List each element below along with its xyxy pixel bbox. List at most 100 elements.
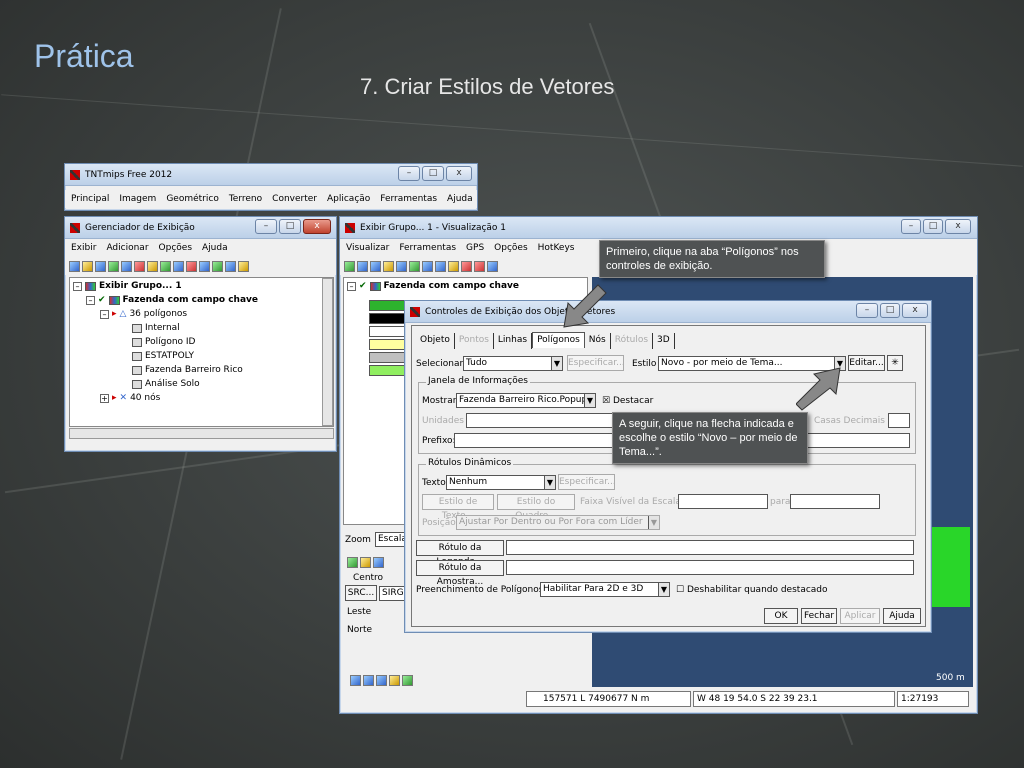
- close-button[interactable]: x: [945, 219, 971, 234]
- minimize-button[interactable]: –: [398, 166, 420, 181]
- dropdown-arrow-icon[interactable]: ▼: [648, 516, 659, 529]
- menu-converter[interactable]: Converter: [272, 194, 317, 204]
- menu-opcoes[interactable]: Opções: [159, 243, 192, 253]
- casas-field[interactable]: [888, 413, 910, 428]
- raster-icon[interactable]: [121, 260, 132, 272]
- table-icon[interactable]: [225, 260, 236, 272]
- close-button[interactable]: x: [303, 219, 331, 234]
- tin-icon[interactable]: [173, 260, 184, 272]
- mostrar-dropdown[interactable]: Fazenda Barreiro Rico.Popup ▼: [456, 393, 596, 408]
- dropdown-arrow-icon[interactable]: ▼: [658, 583, 669, 596]
- menu-terreno[interactable]: Terreno: [229, 194, 262, 204]
- grid-icon[interactable]: [350, 674, 361, 686]
- dropdown-arrow-icon[interactable]: ▼: [584, 394, 595, 407]
- rotulo-legenda-button[interactable]: Rótulo da Legenda...: [416, 540, 504, 567]
- tree-item[interactable]: Polígono ID: [132, 337, 196, 347]
- menu-hotkeys[interactable]: HotKeys: [538, 243, 575, 253]
- menu-exibir[interactable]: Exibir: [71, 243, 96, 253]
- cancel-icon[interactable]: [474, 260, 485, 272]
- fechar-button[interactable]: Fechar: [801, 608, 837, 624]
- legend-icon[interactable]: [212, 260, 223, 272]
- tab-linhas[interactable]: Linhas: [494, 333, 533, 349]
- zoom-in-icon[interactable]: [347, 556, 358, 568]
- aplicar-button[interactable]: Aplicar: [840, 608, 880, 624]
- dropdown-arrow-icon[interactable]: ▼: [544, 476, 555, 489]
- tree-nodes[interactable]: + ▸ ✕ 40 nós: [100, 393, 160, 403]
- shape-icon[interactable]: [147, 260, 158, 272]
- measure-icon[interactable]: [422, 260, 433, 272]
- ok-button[interactable]: OK: [764, 608, 798, 624]
- editar-button[interactable]: Editar...: [848, 355, 885, 371]
- stop-icon[interactable]: [461, 260, 472, 272]
- desabilitar-checkbox[interactable]: ☐ Deshabilitar quando destacado: [676, 585, 828, 595]
- sirg-field[interactable]: SIRG: [379, 586, 405, 601]
- pan-icon[interactable]: [370, 260, 381, 272]
- tab-3d[interactable]: 3D: [653, 333, 675, 349]
- add-icon[interactable]: [409, 260, 420, 272]
- selecionar-dropdown[interactable]: Tudo ▼: [463, 356, 563, 371]
- menu-principal[interactable]: Principal: [71, 194, 109, 204]
- menu-imagem[interactable]: Imagem: [119, 194, 156, 204]
- vertical-scrollbar[interactable]: [322, 278, 333, 426]
- tab-pontos[interactable]: Pontos: [455, 333, 494, 349]
- zoom-icon[interactable]: [357, 260, 368, 272]
- tab-objeto[interactable]: Objeto: [416, 333, 455, 349]
- save-icon[interactable]: [95, 260, 106, 272]
- menu-adicionar[interactable]: Adicionar: [106, 243, 148, 253]
- menu-gps[interactable]: GPS: [466, 243, 484, 253]
- search-icon[interactable]: [389, 674, 400, 686]
- tree-layer[interactable]: – ✔ Fazenda com campo chave: [86, 295, 258, 305]
- faixa-min-field[interactable]: [678, 494, 768, 509]
- src-button[interactable]: SRC...: [345, 585, 377, 601]
- tree-item[interactable]: ESTATPOLY: [132, 351, 194, 361]
- open-icon[interactable]: [82, 260, 93, 272]
- minimize-button[interactable]: –: [856, 303, 878, 318]
- tool-icon[interactable]: [396, 260, 407, 272]
- select-icon[interactable]: [435, 260, 446, 272]
- binoculars-icon[interactable]: [383, 260, 394, 272]
- map-icon[interactable]: [402, 674, 413, 686]
- escala-field[interactable]: Escala: [375, 532, 407, 547]
- query-icon[interactable]: [448, 260, 459, 272]
- search-icon[interactable]: [487, 260, 498, 272]
- tab-rotulos[interactable]: Rótulos: [611, 333, 654, 349]
- tree-item[interactable]: Internal: [132, 323, 180, 333]
- add-layer-icon[interactable]: [108, 260, 119, 272]
- posicao-dropdown[interactable]: Ajustar Por Dentro ou Por Fora com Líder…: [456, 515, 660, 530]
- horizontal-scrollbar[interactable]: [69, 428, 334, 439]
- rotulo-legenda-field[interactable]: [506, 540, 914, 555]
- maximize-button[interactable]: □: [923, 219, 943, 234]
- tab-nos[interactable]: Nós: [585, 333, 611, 349]
- dropdown-arrow-icon[interactable]: ▼: [551, 357, 562, 370]
- zoom-in-icon[interactable]: [363, 674, 374, 686]
- minimize-button[interactable]: –: [255, 219, 277, 234]
- tree-item[interactable]: Fazenda Barreiro Rico: [132, 365, 243, 375]
- layout-icon[interactable]: [238, 260, 249, 272]
- new-icon[interactable]: [69, 260, 80, 272]
- maximize-button[interactable]: □: [279, 219, 301, 234]
- folder-icon[interactable]: [360, 556, 371, 568]
- edit-icon[interactable]: [373, 556, 384, 568]
- menu-visualizar[interactable]: Visualizar: [346, 243, 389, 253]
- menu-ajuda[interactable]: Ajuda: [447, 194, 473, 204]
- rotulo-amostra-button[interactable]: Rótulo da Amostra...: [416, 560, 504, 587]
- menu-aplicacao[interactable]: Aplicação: [327, 194, 370, 204]
- maximize-button[interactable]: □: [880, 303, 900, 318]
- cad-icon[interactable]: [160, 260, 171, 272]
- tree-group[interactable]: – Exibir Grupo... 1: [73, 281, 182, 291]
- grid-icon[interactable]: [199, 260, 210, 272]
- zoom-out-icon[interactable]: [376, 674, 387, 686]
- menu-opcoes[interactable]: Opções: [494, 243, 527, 253]
- menu-geometrico[interactable]: Geométrico: [166, 194, 219, 204]
- texto-dropdown[interactable]: Nenhum ▼: [446, 475, 556, 490]
- estilo-quadro-button[interactable]: Estilo do Quadro...: [497, 494, 575, 521]
- faixa-max-field[interactable]: [790, 494, 880, 509]
- ajuda-button[interactable]: Ajuda: [883, 608, 921, 624]
- destacar-checkbox[interactable]: ☒ Destacar: [602, 396, 653, 406]
- tab-poligonos[interactable]: Polígonos: [532, 332, 585, 348]
- minimize-button[interactable]: –: [901, 219, 921, 234]
- preenchimento-dropdown[interactable]: Habilitar Para 2D e 3D ▼: [540, 582, 670, 597]
- wand-button[interactable]: ✳: [887, 355, 903, 371]
- checkmark-icon[interactable]: ✔: [359, 281, 367, 291]
- estilo-texto-button[interactable]: Estilo de Texto...: [422, 494, 494, 521]
